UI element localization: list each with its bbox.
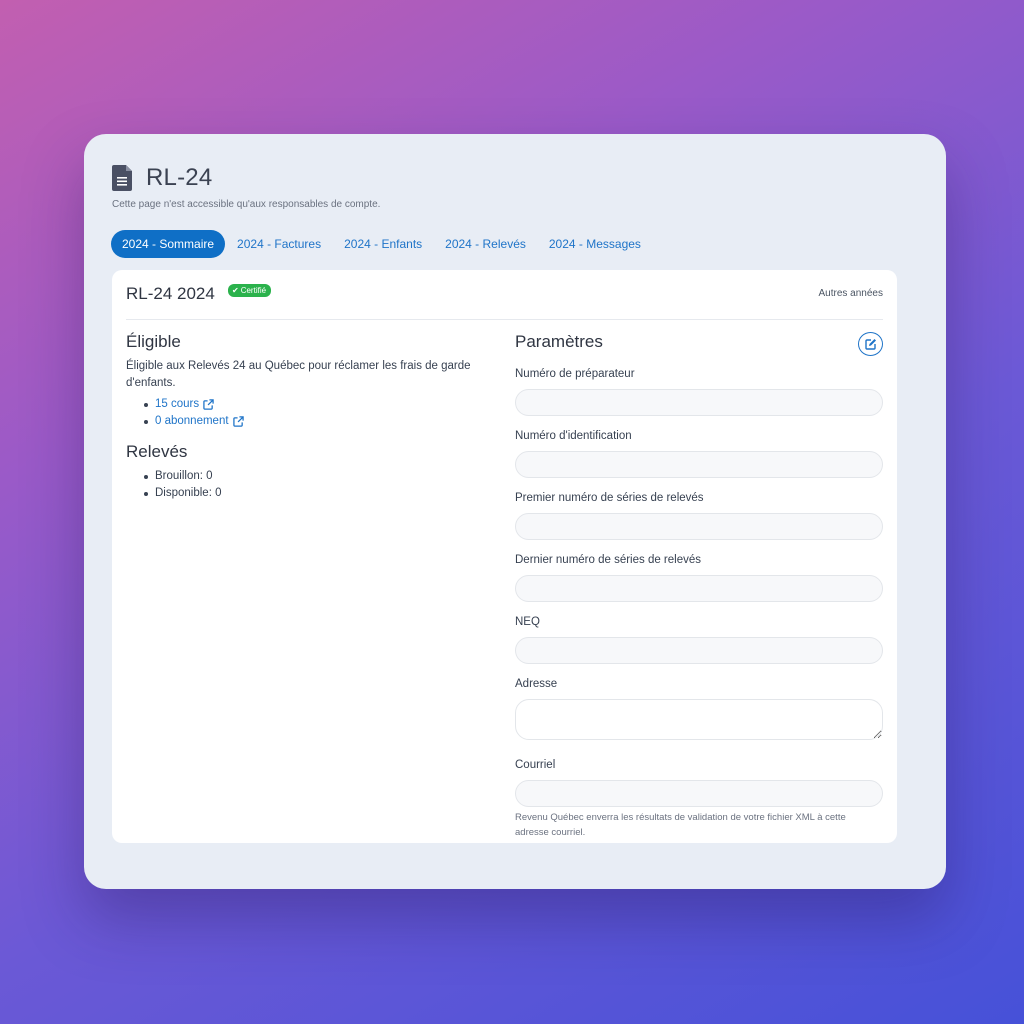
- parameters-header: Paramètres: [515, 332, 883, 356]
- email-input[interactable]: [515, 780, 883, 807]
- courses-link[interactable]: 15 cours: [155, 396, 214, 413]
- list-item: Disponible: 0: [144, 485, 481, 502]
- field-label: Dernier numéro de séries de relevés: [515, 554, 702, 566]
- document-icon: [112, 165, 132, 191]
- tab-releves[interactable]: 2024 - Relevés: [434, 230, 537, 258]
- list-item: 15 cours: [144, 396, 481, 413]
- certified-badge: ✔ Certifié: [228, 284, 272, 297]
- eligible-links: 15 cours 0 abonnement: [144, 396, 481, 430]
- external-link-icon: [232, 416, 244, 427]
- page-subtitle: Cette page n'est accessible qu'aux respo…: [112, 199, 381, 210]
- field-label: Adresse: [515, 678, 558, 690]
- neq-input[interactable]: [515, 637, 883, 664]
- tab-enfants[interactable]: 2024 - Enfants: [333, 230, 433, 258]
- tab-bar: 2024 - Sommaire 2024 - Factures 2024 - E…: [111, 230, 653, 258]
- releves-title: Relevés: [126, 442, 188, 461]
- edit-button[interactable]: [858, 332, 883, 356]
- tab-messages[interactable]: 2024 - Messages: [538, 230, 652, 258]
- preparer-number-input[interactable]: [515, 389, 883, 416]
- list-item: 0 abonnement: [144, 413, 481, 430]
- field-label: Premier numéro de séries de relevés: [515, 492, 704, 504]
- card-header: RL-24 2024 ✔ Certifié Autres années: [126, 284, 883, 320]
- field-label: Courriel: [515, 759, 556, 771]
- right-column: Paramètres Numéro de préparateur Numéro …: [515, 332, 883, 840]
- email-help-text: Revenu Québec enverra les résultats de v…: [515, 812, 846, 838]
- app-window: RL-24 Cette page n'est accessible qu'aux…: [84, 134, 946, 889]
- summary-card: RL-24 2024 ✔ Certifié Autres années Élig…: [112, 270, 897, 843]
- releves-list: Brouillon: 0 Disponible: 0: [144, 468, 481, 502]
- page-header: RL-24: [112, 164, 212, 192]
- first-series-number-input[interactable]: [515, 513, 883, 540]
- tab-factures[interactable]: 2024 - Factures: [226, 230, 332, 258]
- edit-icon: [864, 339, 876, 350]
- subscriptions-link[interactable]: 0 abonnement: [155, 413, 244, 430]
- eligible-description: Éligible aux Relevés 24 au Québec pour r…: [126, 360, 471, 389]
- identification-number-input[interactable]: [515, 451, 883, 478]
- eligible-title: Éligible: [126, 332, 181, 351]
- page-title: RL-24: [146, 164, 213, 191]
- card-title: RL-24 2024: [126, 284, 215, 303]
- tab-sommaire[interactable]: 2024 - Sommaire: [111, 230, 226, 258]
- badge-label: Certifié: [240, 286, 267, 295]
- other-years-link[interactable]: Autres années: [819, 288, 884, 299]
- address-textarea[interactable]: [515, 699, 883, 740]
- last-series-number-input[interactable]: [515, 575, 883, 602]
- parameters-title: Paramètres: [515, 332, 603, 351]
- left-column: Éligible Éligible aux Relevés 24 au Québ…: [126, 332, 481, 502]
- external-link-icon: [203, 399, 214, 410]
- field-label: NEQ: [515, 616, 540, 628]
- list-item: Brouillon: 0: [144, 468, 481, 485]
- field-label: Numéro de préparateur: [515, 368, 635, 380]
- field-label: Numéro d'identification: [515, 430, 632, 442]
- check-icon: ✔: [232, 286, 239, 295]
